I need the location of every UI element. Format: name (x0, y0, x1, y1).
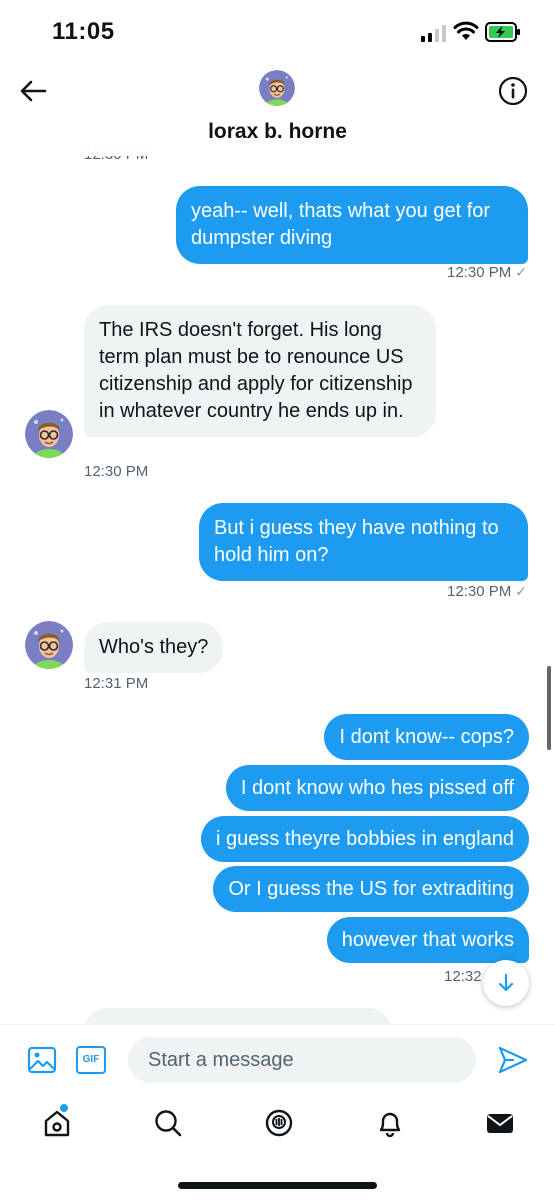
battery-charging-icon (485, 22, 520, 42)
spaces-icon[interactable] (264, 1108, 294, 1138)
message-input[interactable] (128, 1037, 476, 1083)
scrollbar[interactable] (547, 666, 551, 750)
message-bubble-sent[interactable]: I dont know-- cops? (324, 714, 529, 760)
send-icon[interactable] (498, 1046, 528, 1074)
message-timestamp: 12:31 PM (84, 675, 149, 692)
status-time: 11:05 (52, 18, 115, 45)
sent-check-icon: ✓ (515, 583, 527, 599)
message-bubble-sent[interactable]: yeah-- well, thats what you get for dump… (176, 186, 528, 264)
message-bubble-sent[interactable]: however that works (326, 917, 529, 963)
arrow-left-icon[interactable] (18, 78, 48, 104)
arrow-down-icon (498, 973, 514, 992)
home-indicator (178, 1182, 377, 1189)
avatar-illustration (25, 621, 73, 669)
search-icon[interactable] (153, 1108, 183, 1138)
message-time: 12:30 PM (447, 264, 512, 281)
contact-avatar[interactable] (259, 70, 295, 106)
message-bubble-sent[interactable]: Or I guess the US for extraditing (213, 866, 529, 912)
home-icon[interactable] (42, 1108, 72, 1138)
message-timestamp: 12:32 (444, 968, 482, 985)
scroll-to-bottom-button[interactable] (483, 960, 529, 1006)
bottom-tab-bar (0, 1094, 555, 1200)
contact-name[interactable]: lorax b. horne (0, 120, 555, 144)
message-bubble-sent[interactable]: I dont know who hes pissed off (225, 765, 529, 811)
message-bubble-sent[interactable]: But i guess they have nothing to hold hi… (199, 503, 528, 581)
message-time: 12:30 PM (447, 583, 512, 600)
sent-check-icon: ✓ (515, 264, 527, 280)
signal-icon (421, 25, 446, 42)
unread-dot (60, 1104, 68, 1112)
info-icon[interactable] (498, 76, 528, 106)
contact-avatar[interactable] (25, 410, 73, 458)
message-bubble-received[interactable]: The IRS doesn't forget. His long term pl… (84, 305, 436, 437)
message-bubble-received[interactable]: Who's they? (84, 622, 224, 673)
conversation-header: lorax b. horne (0, 64, 555, 156)
status-bar: 11:05 (0, 0, 555, 64)
message-bubble-sent[interactable]: i guess theyre bobbies in england (201, 816, 529, 862)
wifi-icon (453, 21, 479, 40)
messages-icon[interactable] (485, 1108, 515, 1138)
notifications-icon[interactable] (375, 1108, 405, 1138)
message-timestamp: 12:30 PM (84, 463, 149, 480)
message-timestamp: 12:30 PM ✓ (447, 583, 527, 600)
gif-icon[interactable]: GIF (76, 1046, 106, 1074)
message-timestamp: 12:30 PM ✓ (447, 264, 527, 281)
message-composer: GIF (0, 1024, 555, 1094)
avatar-illustration (25, 410, 73, 458)
image-icon[interactable] (27, 1045, 57, 1075)
avatar-illustration (259, 70, 295, 106)
contact-avatar[interactable] (25, 621, 73, 669)
